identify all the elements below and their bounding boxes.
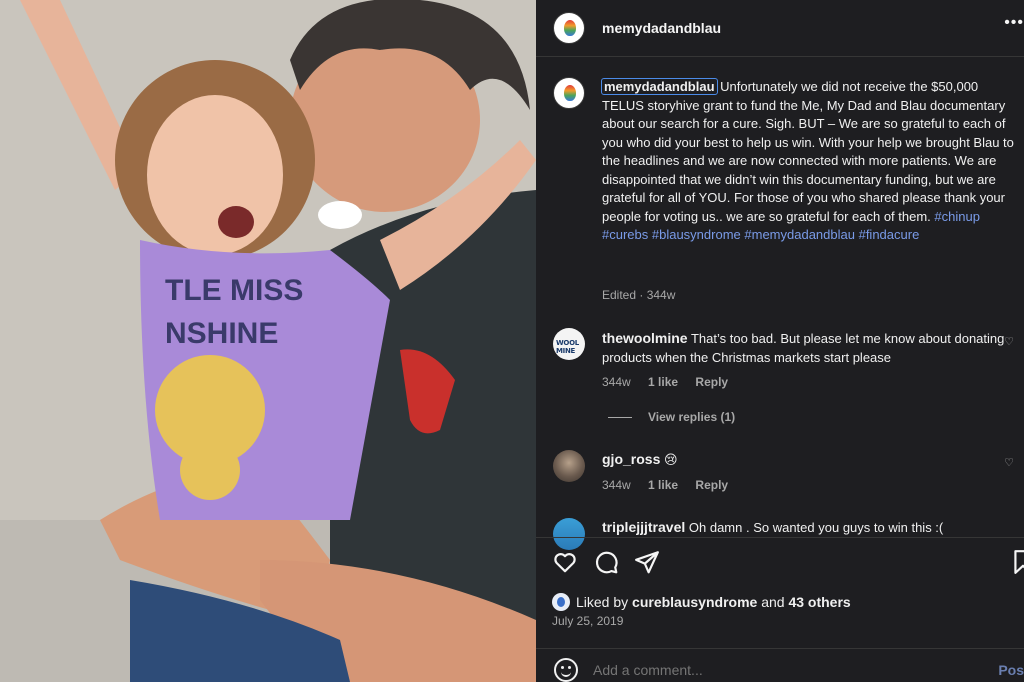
likes-prefix: Liked by bbox=[576, 594, 629, 610]
comment-text: 😢 bbox=[663, 452, 678, 467]
add-comment-input[interactable] bbox=[593, 662, 953, 678]
comment-button[interactable] bbox=[593, 549, 619, 575]
comment-text: Oh damn . So wanted you guys to win this… bbox=[688, 520, 944, 535]
hashtag-link[interactable]: #memydadandblau bbox=[744, 227, 855, 242]
heart-icon bbox=[554, 553, 576, 573]
comment-item: triplejjjtravel Oh damn . So wanted you … bbox=[602, 518, 1012, 536]
liker-username[interactable]: cureblausyndrome bbox=[632, 594, 757, 610]
comment-reply-button[interactable]: Reply bbox=[695, 478, 728, 492]
more-options-icon[interactable]: ••• bbox=[1004, 14, 1024, 32]
commenter-avatar[interactable] bbox=[553, 518, 585, 550]
header-divider bbox=[536, 56, 1024, 57]
comment-username[interactable]: gjo_ross bbox=[602, 451, 660, 467]
post-comment-button[interactable]: Pos bbox=[998, 662, 1024, 678]
emoji-icon[interactable] bbox=[554, 658, 578, 682]
comment-username[interactable]: thewoolmine bbox=[602, 330, 688, 346]
save-button[interactable] bbox=[1010, 549, 1024, 575]
comment-like-icon[interactable]: ♡ bbox=[1004, 333, 1014, 352]
share-button[interactable] bbox=[634, 549, 660, 575]
svg-text:NSHINE: NSHINE bbox=[165, 317, 278, 350]
svg-text:TLE MISS: TLE MISS bbox=[165, 274, 303, 307]
avatar-logo-text: WOOL MINE bbox=[556, 339, 579, 355]
comment-username[interactable]: triplejjjtravel bbox=[602, 519, 685, 535]
add-comment-row: Pos bbox=[536, 648, 1024, 682]
comment-reply-button[interactable]: Reply bbox=[695, 375, 728, 389]
caption-avatar[interactable] bbox=[553, 77, 585, 109]
share-icon bbox=[635, 551, 659, 574]
post-caption: memydadandblau Unfortunately we did not … bbox=[601, 78, 1020, 245]
likes-others[interactable]: 43 others bbox=[788, 594, 850, 610]
comment-item: thewoolmine That’s too bad. But please l… bbox=[602, 329, 1014, 367]
comment-meta: 344w 1 like Reply bbox=[602, 478, 728, 492]
comment-icon bbox=[595, 551, 618, 574]
comment-like-icon[interactable]: ♡ bbox=[1004, 454, 1014, 473]
like-button[interactable] bbox=[552, 549, 578, 575]
hashtag-link[interactable]: #findacure bbox=[859, 227, 920, 242]
commenter-avatar[interactable] bbox=[553, 450, 585, 482]
hashtag-link[interactable]: #blausyndrome bbox=[652, 227, 741, 242]
likes-connector: and bbox=[761, 594, 785, 610]
caption-username[interactable]: memydadandblau bbox=[601, 78, 718, 95]
comment-time: 344w bbox=[602, 375, 631, 389]
hashtag-link[interactable]: #chinup bbox=[934, 209, 980, 224]
caption-text: Unfortunately we did not receive the $50… bbox=[602, 79, 1014, 224]
actions-divider bbox=[536, 537, 1024, 538]
view-replies-button[interactable]: View replies (1) bbox=[608, 410, 735, 424]
post-date: July 25, 2019 bbox=[552, 614, 624, 628]
caption-meta: Edited · 344w bbox=[602, 288, 676, 302]
header-username[interactable]: memydadandblau bbox=[602, 20, 721, 36]
photo-illustration: TLE MISS NSHINE bbox=[0, 0, 536, 682]
comment-item: gjo_ross 😢 ♡ bbox=[602, 450, 1014, 469]
author-avatar[interactable] bbox=[553, 12, 585, 44]
post-photo[interactable]: TLE MISS NSHINE bbox=[0, 0, 536, 682]
bookmark-icon bbox=[1014, 550, 1024, 574]
likes-summary: Liked by cureblausyndrome and 43 others bbox=[552, 593, 851, 611]
comment-meta: 344w 1 like Reply bbox=[602, 375, 728, 389]
liker-avatar[interactable] bbox=[552, 593, 570, 611]
commenter-avatar[interactable]: WOOL MINE bbox=[553, 328, 585, 360]
comment-time: 344w bbox=[602, 478, 631, 492]
comment-likes[interactable]: 1 like bbox=[648, 478, 678, 492]
comment-likes[interactable]: 1 like bbox=[648, 375, 678, 389]
post-panel: memydadandblau ••• memydadandblau Unfort… bbox=[536, 0, 1024, 682]
hashtag-link[interactable]: #curebs bbox=[602, 227, 648, 242]
